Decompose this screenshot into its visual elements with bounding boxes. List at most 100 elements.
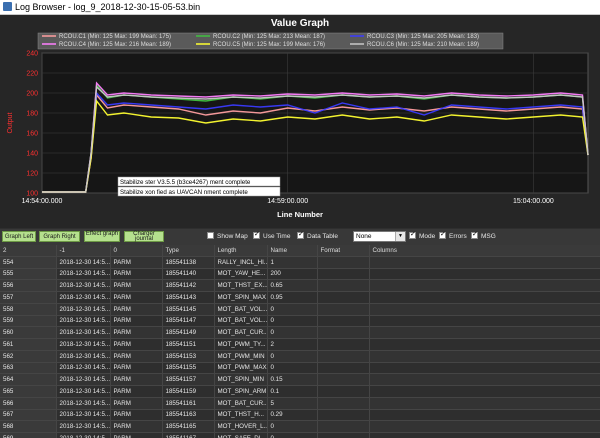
table-cell[interactable]: [369, 326, 600, 339]
table-cell[interactable]: 2018-12-30 14:5...: [56, 303, 111, 316]
table-cell[interactable]: 185541157: [162, 373, 215, 386]
table-cell[interactable]: 185541138: [162, 256, 215, 269]
table-cell[interactable]: MOT_PWM_MAX: [214, 362, 268, 375]
table-cell[interactable]: 0.95: [267, 291, 318, 304]
msg-checkbox[interactable]: MSG: [471, 230, 496, 242]
table-row[interactable]: 565 2018-12-30 14:5... PARM 185541159 MOT_SP…: [0, 385, 600, 398]
table-cell[interactable]: [369, 279, 600, 292]
table-row[interactable]: 561 2018-12-30 14:5... PARM 185541151 MOT_PW…: [0, 338, 600, 351]
checkbox-box[interactable]: [297, 230, 304, 240]
column-header[interactable]: Name: [267, 245, 318, 257]
table-cell[interactable]: MOT_PWM_MIN: [214, 350, 268, 363]
table-cell[interactable]: [317, 256, 370, 269]
table-cell[interactable]: 0: [267, 303, 318, 316]
table-cell[interactable]: 2018-12-30 14:5...: [56, 397, 111, 410]
table-cell[interactable]: 185541163: [162, 409, 215, 422]
checkbox-box[interactable]: [409, 230, 416, 240]
table-cell[interactable]: 200: [267, 268, 318, 281]
table-cell[interactable]: PARM: [110, 279, 163, 292]
table-cell[interactable]: 2018-12-30 14:5...: [56, 279, 111, 292]
table-cell[interactable]: PARM: [110, 256, 163, 269]
checkbox-box[interactable]: [207, 232, 214, 239]
table-cell[interactable]: [317, 268, 370, 281]
table-cell[interactable]: 0: [267, 326, 318, 339]
table-cell[interactable]: PARM: [110, 362, 163, 375]
effect-graph-button[interactable]: Effect graph: [84, 231, 120, 242]
checkbox-box[interactable]: [471, 230, 478, 240]
table-cell[interactable]: PARM: [110, 326, 163, 339]
table-cell[interactable]: 569: [0, 432, 57, 438]
table-cell[interactable]: 185541143: [162, 291, 215, 304]
table-cell[interactable]: PARM: [110, 385, 163, 398]
table-cell[interactable]: [317, 362, 370, 375]
table-cell[interactable]: 2: [267, 338, 318, 351]
table-row[interactable]: 563 2018-12-30 14:5... PARM 185541155 MOT_PW…: [0, 362, 600, 375]
table-cell[interactable]: 568: [0, 420, 57, 433]
table-cell[interactable]: 5: [267, 397, 318, 410]
table-cell[interactable]: [317, 338, 370, 351]
column-header[interactable]: -1: [56, 245, 111, 257]
table-cell[interactable]: 185541155: [162, 362, 215, 375]
table-cell[interactable]: 2018-12-30 14:5...: [56, 373, 111, 386]
column-header[interactable]: Length: [214, 245, 268, 257]
table-cell[interactable]: 185541165: [162, 420, 215, 433]
table-cell[interactable]: 185541167: [162, 432, 215, 438]
table-row[interactable]: 5692018-12-30 14:5...PARM185541167MOT_SA…: [0, 432, 600, 438]
use-time-checkbox[interactable]: Use Time: [253, 230, 290, 242]
table-cell[interactable]: 185541153: [162, 350, 215, 363]
table-cell[interactable]: 0.15: [267, 373, 318, 386]
table-cell[interactable]: [317, 303, 370, 316]
charger-journal-button[interactable]: Charger journal: [124, 231, 164, 242]
table-cell[interactable]: 0: [267, 420, 318, 433]
table-cell[interactable]: 567: [0, 409, 57, 422]
table-cell[interactable]: PARM: [110, 409, 163, 422]
value-graph[interactable]: 240 220 200 180 160 140 120 10014:54:00.000 14:5…: [0, 15, 600, 228]
table-cell[interactable]: [369, 362, 600, 375]
table-cell[interactable]: PARM: [110, 420, 163, 433]
show-map-checkbox[interactable]: Show Map: [207, 232, 248, 242]
table-cell[interactable]: MOT_BAT_CUR...: [214, 397, 268, 410]
table-cell[interactable]: 0.65: [267, 279, 318, 292]
graph-right-button[interactable]: Graph Right: [39, 231, 80, 242]
table-cell[interactable]: [369, 420, 600, 433]
table-cell[interactable]: 2018-12-30 14:5...: [56, 432, 111, 438]
table-row[interactable]: 559 2018-12-30 14:5... PARM 185541147 MOT_BA…: [0, 315, 600, 328]
table-cell[interactable]: 2018-12-30 14:5...: [56, 362, 111, 375]
table-cell[interactable]: 557: [0, 291, 57, 304]
table-cell[interactable]: 1: [267, 256, 318, 269]
table-cell[interactable]: MOT_THST_H...: [214, 409, 268, 422]
table-row[interactable]: 554 2018-12-30 14:5... PARM 185541138 RALLY_…: [0, 256, 600, 269]
table-cell[interactable]: MOT_PWM_TY...: [214, 338, 268, 351]
table-cell[interactable]: MOT_SPIN_ARM: [214, 385, 268, 398]
table-row[interactable]: 566 2018-12-30 14:5... PARM 185541161 MOT_BA…: [0, 397, 600, 410]
table-cell[interactable]: 185541161: [162, 397, 215, 410]
table-cell[interactable]: 555: [0, 268, 57, 281]
table-cell[interactable]: MOT_SPIN_MIN: [214, 373, 268, 386]
table-cell[interactable]: 2018-12-30 14:5...: [56, 268, 111, 281]
table-cell[interactable]: [317, 432, 370, 438]
table-cell[interactable]: 2018-12-30 14:5...: [56, 256, 111, 269]
table-cell[interactable]: 2018-12-30 14:5...: [56, 420, 111, 433]
column-header[interactable]: 0: [110, 245, 163, 257]
table-cell[interactable]: [317, 373, 370, 386]
table-cell[interactable]: PARM: [110, 397, 163, 410]
table-cell[interactable]: 0: [267, 315, 318, 328]
table-cell[interactable]: PARM: [110, 373, 163, 386]
table-cell[interactable]: [369, 397, 600, 410]
table-cell[interactable]: [369, 303, 600, 316]
column-header[interactable]: Type: [162, 245, 215, 257]
column-header[interactable]: 2: [0, 245, 57, 257]
table-cell[interactable]: 185541147: [162, 315, 215, 328]
table-cell[interactable]: 2018-12-30 14:5...: [56, 350, 111, 363]
table-cell[interactable]: [369, 268, 600, 281]
table-row[interactable]: 556 2018-12-30 14:5... PARM 185541142 MOT_TH…: [0, 279, 600, 292]
table-cell[interactable]: 0.29: [267, 409, 318, 422]
table-row[interactable]: 567 2018-12-30 14:5... PARM 185541163 MOT_TH…: [0, 409, 600, 422]
table-cell[interactable]: [369, 350, 600, 363]
log-data-table[interactable]: 2 -1 0 Type Length Name Format Columns 554 2018-…: [0, 245, 600, 438]
table-cell[interactable]: [369, 291, 600, 304]
mode-checkbox[interactable]: Mode: [409, 230, 435, 242]
table-cell[interactable]: 185541149: [162, 326, 215, 339]
table-cell[interactable]: [369, 338, 600, 351]
table-cell[interactable]: 562: [0, 350, 57, 363]
